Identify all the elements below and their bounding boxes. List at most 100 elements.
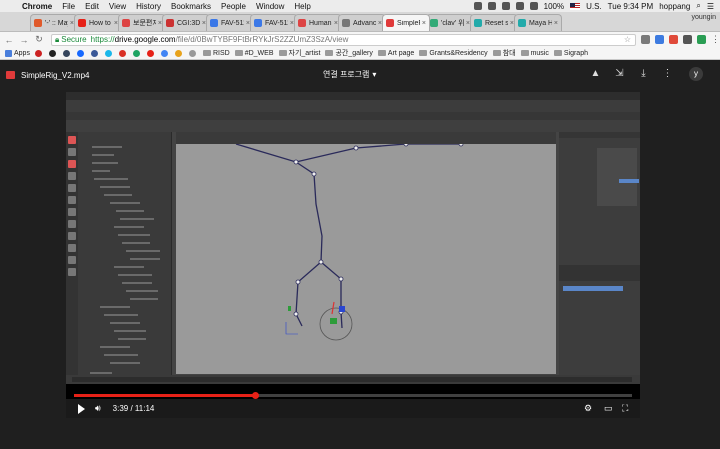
menu-bookmarks[interactable]: Bookmarks <box>171 2 211 11</box>
bookmark-icon-item[interactable] <box>188 49 198 57</box>
tab-favicon <box>474 19 482 27</box>
captions-icon[interactable]: ▭ <box>604 403 613 414</box>
bookmark-label: 공간_gallery <box>335 50 373 57</box>
browser-tab[interactable]: Humanit× <box>294 14 342 31</box>
bookmark-folder-art-page[interactable]: Art page <box>377 50 414 57</box>
extension-icon[interactable] <box>641 35 650 44</box>
extension-icon[interactable] <box>697 35 706 44</box>
bookmark-icon-item[interactable] <box>62 49 72 57</box>
bookmark-icon-item[interactable] <box>132 49 142 57</box>
browser-tab[interactable]: How to m× <box>74 14 122 31</box>
search-icon[interactable]: ⌕ <box>696 1 700 11</box>
bookmark-icon-item[interactable] <box>160 49 170 57</box>
app-menu[interactable]: Chrome <box>22 2 52 11</box>
volume-icon[interactable]: 🔊︎ <box>95 403 101 414</box>
bookmark-folder-d-web[interactable]: #D_WEB <box>234 50 274 57</box>
menu-history[interactable]: History <box>136 2 161 11</box>
bookmark-apps[interactable]: Apps <box>5 49 30 57</box>
bookmark-label: 자기_artist <box>288 50 321 57</box>
menu-file[interactable]: File <box>62 2 75 11</box>
bookmarks-bar: Apps RISD #D_WEB 자기_artist 공간_gallery Ar… <box>0 47 720 60</box>
video-frame-shelf <box>66 120 640 132</box>
extension-icon[interactable] <box>683 35 692 44</box>
menu-list-icon[interactable]: ☰ <box>707 2 714 11</box>
url-path: /file/d/0BwTYBF9FtBrRYkJrS2ZZUmZ3SzA/vie… <box>175 35 349 44</box>
close-icon[interactable]: × <box>554 20 558 27</box>
bookmark-folder-artist[interactable]: 자기_artist <box>278 48 321 58</box>
more-options-icon[interactable]: ⋮ <box>662 68 673 79</box>
bookmark-label: Grants&Residency <box>429 49 488 57</box>
avatar[interactable]: y <box>689 67 703 81</box>
menu-edit[interactable]: Edit <box>85 2 99 11</box>
play-icon[interactable] <box>78 403 85 414</box>
menu-view[interactable]: View <box>109 2 126 11</box>
add-to-drive-icon[interactable]: ▲ <box>590 68 601 79</box>
lock-icon: 🔒︎ <box>55 34 60 44</box>
tab-title: Humanit <box>309 19 332 27</box>
video-frame-viewport-bar <box>176 132 556 144</box>
input-source[interactable]: U.S. <box>586 2 602 11</box>
bookmark-icon-item[interactable] <box>104 49 114 57</box>
wifi-icon[interactable] <box>501 2 510 10</box>
bookmark-icon-item[interactable] <box>146 49 156 57</box>
bookmark-folder-grants[interactable]: Grants&Residency <box>419 49 488 57</box>
bookmark-label: RISD <box>212 49 230 57</box>
seek-bar-played <box>74 394 256 397</box>
video-frame-outliner <box>66 132 172 377</box>
browser-tab[interactable]: FAV-511× <box>206 14 254 31</box>
bookmark-icon-item[interactable] <box>90 49 100 57</box>
browser-tab-active[interactable]: SimpleR× <box>382 14 430 31</box>
bookmark-folder-sigraph[interactable]: Sigraph <box>553 50 588 57</box>
time-display: 3:39 / 11:14 <box>113 404 155 413</box>
dropdown-caret-icon: ▾ <box>372 70 377 79</box>
bookmark-folder-music[interactable]: music <box>520 50 549 57</box>
video-player[interactable]: 🔊︎ 3:39 / 11:14 ⚙ ▭ ⛶ <box>66 92 640 418</box>
clock[interactable]: Tue 9:34 PM <box>608 2 654 11</box>
bookmark-icon-item[interactable] <box>48 49 58 57</box>
menu-dots-icon[interactable]: ⋮ <box>711 35 720 44</box>
open-in-new-window-icon[interactable]: ⇲ <box>614 68 625 79</box>
bookmark-icon-item[interactable] <box>118 49 128 57</box>
browser-tab[interactable]: 보문편지함× <box>118 14 166 31</box>
menu-window[interactable]: Window <box>256 2 284 11</box>
download-icon[interactable]: ⤓ <box>638 68 649 79</box>
seek-bar[interactable] <box>74 392 632 399</box>
status-icon[interactable] <box>487 2 496 10</box>
browser-tab[interactable]: Reset sc× <box>470 14 518 31</box>
battery-icon[interactable] <box>529 2 538 10</box>
settings-gear-icon[interactable]: ⚙ <box>584 403 592 414</box>
bookmark-folder-gallery[interactable]: 공간_gallery <box>325 48 373 58</box>
browser-tab[interactable]: 'clav' 위 × <box>426 14 474 31</box>
menu-help[interactable]: Help <box>294 2 310 11</box>
browser-tab[interactable]: Advance× <box>338 14 386 31</box>
browser-tab[interactable]: CGI:3D -× <box>162 14 210 31</box>
profile-name[interactable]: youngin <box>691 14 716 21</box>
browser-tab[interactable]: FAV-511× <box>250 14 298 31</box>
volume-icon[interactable] <box>515 2 524 10</box>
bookmark-folder-chamdae[interactable]: 참대 <box>492 48 516 58</box>
browser-tab[interactable]: Maya Hel× <box>514 14 562 31</box>
open-with-button[interactable]: 연결 프로그램 ▾ <box>323 69 376 80</box>
user-name[interactable]: hoppang <box>659 2 690 11</box>
seek-bar-handle[interactable] <box>252 392 260 399</box>
browser-tab[interactable]: '-' :: Maya× <box>30 14 78 31</box>
status-icon[interactable] <box>473 2 482 10</box>
bookmark-icon-item[interactable] <box>174 49 184 57</box>
bookmark-folder-risd[interactable]: RISD <box>202 49 230 57</box>
close-icon[interactable]: × <box>422 20 426 27</box>
extension-icon[interactable] <box>655 35 664 44</box>
file-name: SimpleRig_V2.mp4 <box>21 70 90 80</box>
extension-icon[interactable] <box>669 35 678 44</box>
forward-icon[interactable]: → <box>18 35 30 45</box>
fullscreen-icon[interactable]: ⛶ <box>622 403 628 414</box>
address-bar[interactable]: 🔒︎ Secure https:// drive.google.com /fil… <box>51 33 636 46</box>
bookmark-icon-item[interactable] <box>34 49 44 57</box>
apps-grid-icon <box>5 49 12 57</box>
reload-icon[interactable]: ↻ <box>33 34 45 45</box>
bookmark-star-icon[interactable]: ☆ <box>624 35 631 44</box>
folder-icon <box>234 50 243 56</box>
bookmark-icon-item[interactable] <box>76 49 86 57</box>
back-icon[interactable]: ← <box>3 35 15 45</box>
drive-icon <box>132 49 140 57</box>
menu-people[interactable]: People <box>221 2 246 11</box>
